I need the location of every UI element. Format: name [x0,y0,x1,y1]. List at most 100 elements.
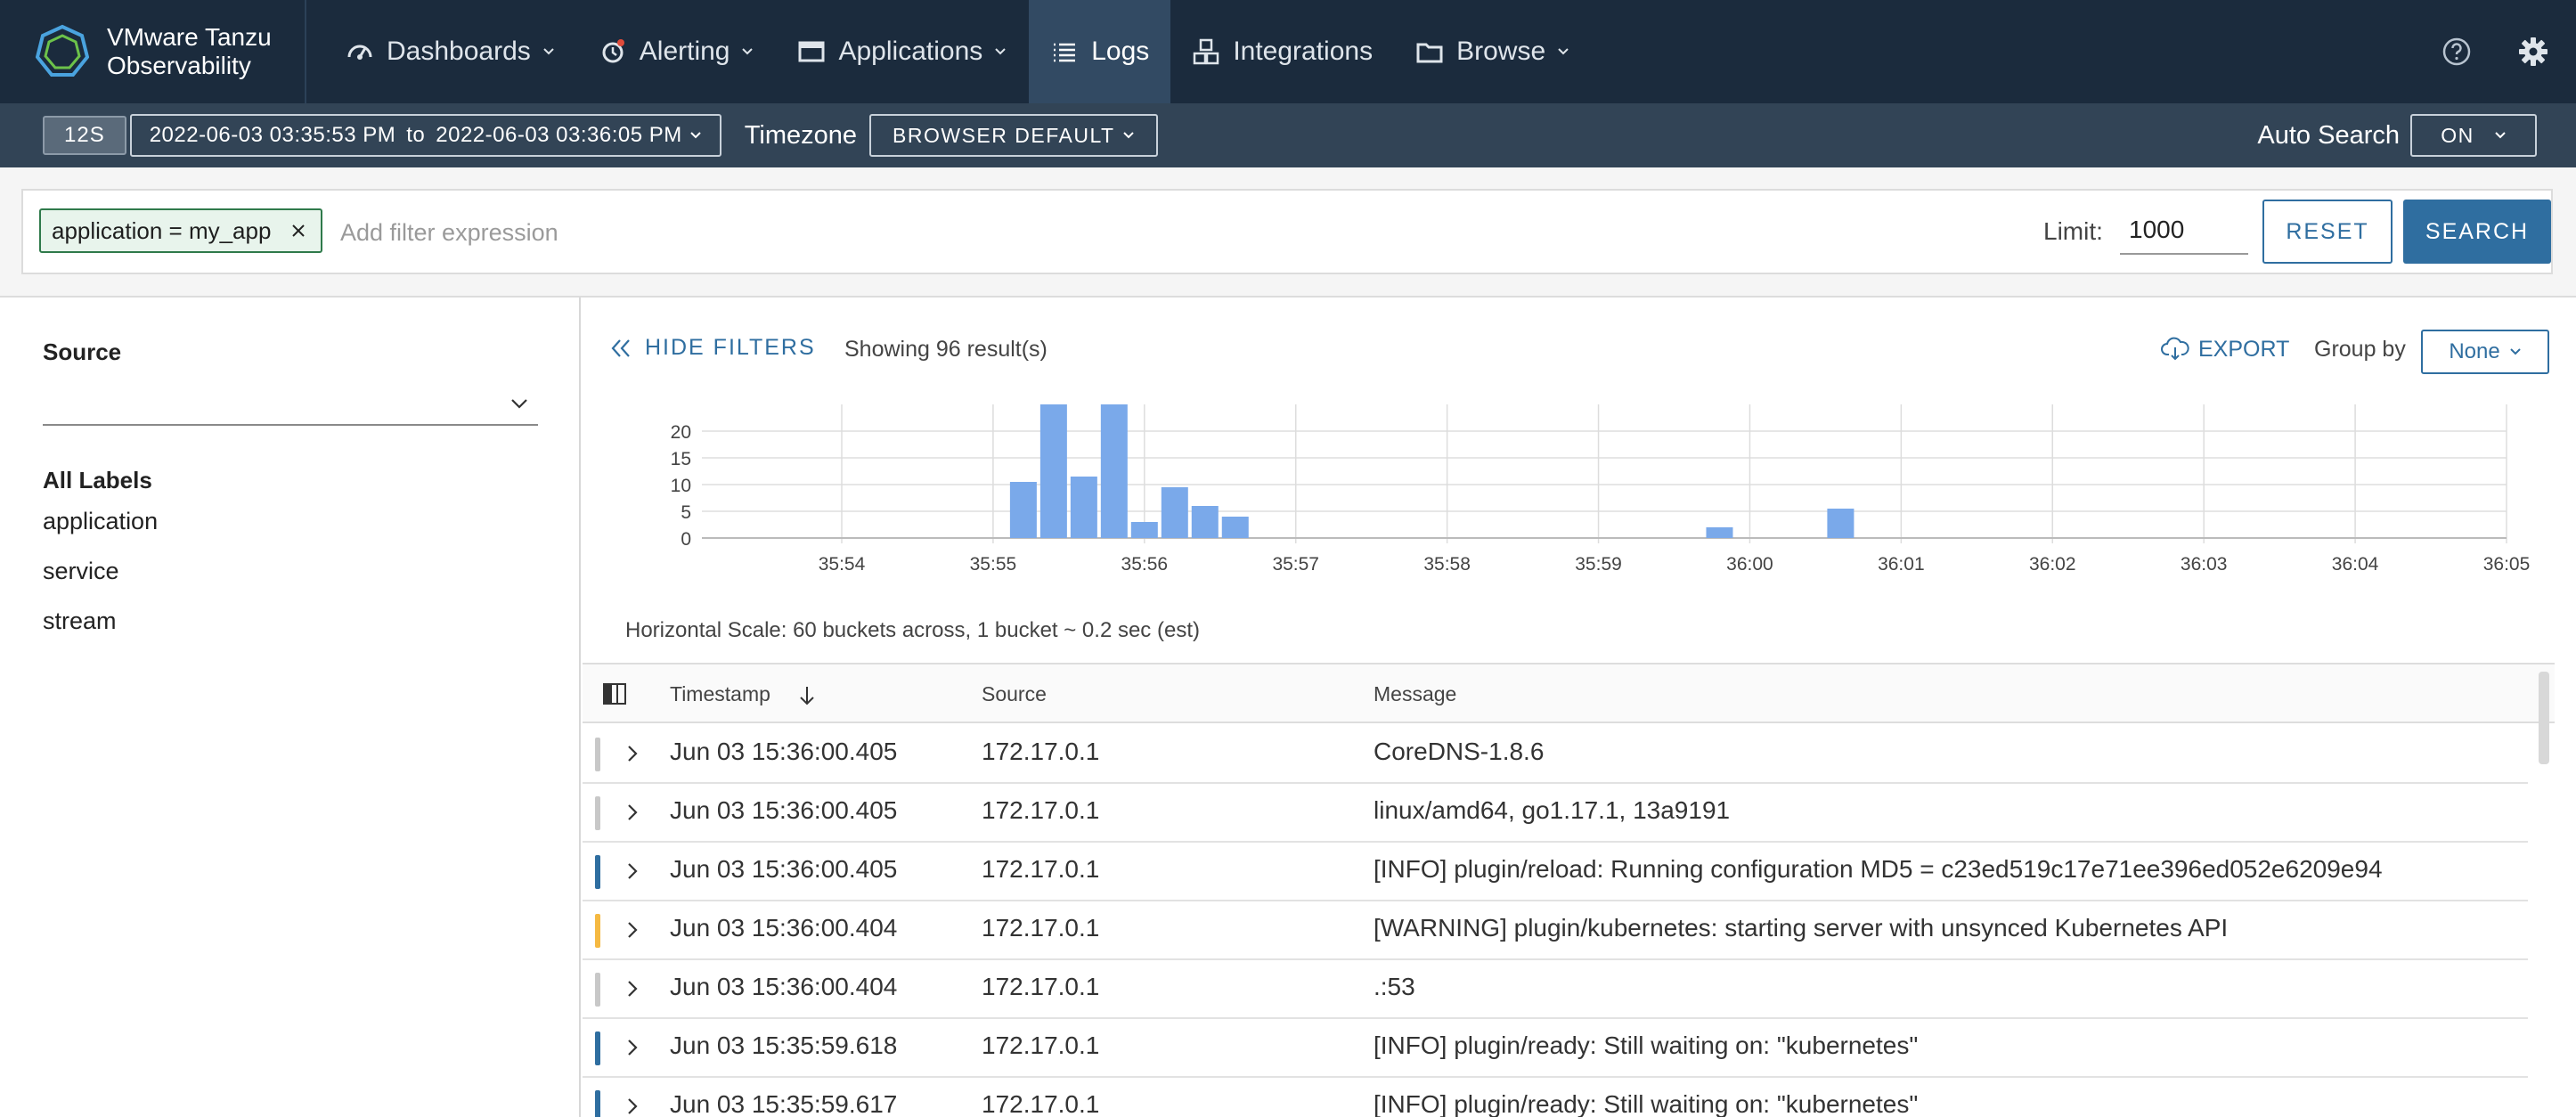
x-tick-label: 35:59 [1575,554,1622,575]
list-icon [1054,43,1076,62]
hide-filters-button[interactable]: HIDE FILTERS [609,335,816,361]
severity-indicator [595,914,600,948]
table-row[interactable]: Jun 03 15:36:00.405 172.17.0.1 CoreDNS-1.8… [583,725,2528,784]
group-by-label: Group by [2314,337,2406,362]
column-chooser-icon[interactable] [602,682,627,705]
cell-source: 172.17.0.1 [982,738,1100,765]
table-row[interactable]: Jun 03 15:36:00.405 172.17.0.1 [INFO] plug… [583,843,2528,901]
chevron-right-icon[interactable] [624,919,641,941]
y-tick-label: 10 [671,476,691,496]
cell-timestamp: Jun 03 15:36:00.404 [670,973,898,1000]
logs-table: Timestamp Source Message Jun 03 15:36:00… [583,663,2555,1117]
histogram-bar [1221,517,1249,538]
cell-message: linux/amd64, go1.17.1, 13a9191 [1374,796,1731,824]
nav-item-dashboards[interactable]: Dashboards [324,0,577,103]
y-tick-label: 20 [671,422,691,443]
results-count: Showing 96 result(s) [844,337,1048,362]
chevron-right-icon[interactable] [624,978,641,999]
cell-source: 172.17.0.1 [982,1031,1100,1059]
x-tick-label: 36:04 [2332,554,2379,575]
auto-search-value: ON [2441,123,2474,147]
chevron-right-icon[interactable] [624,1037,641,1058]
brand[interactable]: VMware Tanzu Observability [0,0,306,103]
top-right-actions [2441,0,2549,103]
x-tick-label: 35:54 [819,554,866,575]
table-row[interactable]: Jun 03 15:36:00.404 172.17.0.1 .:53 [583,960,2528,1019]
time-window-button[interactable]: 12S [43,116,126,155]
nav-item-browse[interactable]: Browse [1394,0,1592,103]
histogram-bar [1039,404,1067,538]
label-item-application[interactable]: application [43,508,158,535]
group-by-select[interactable]: None [2421,330,2549,374]
chevron-right-icon[interactable] [624,1096,641,1117]
brand-line-1: VMware Tanzu [107,23,272,51]
chevron-down-icon [742,48,754,55]
chevron-right-icon[interactable] [624,743,641,764]
table-row[interactable]: Jun 03 15:35:59.617 172.17.0.1 [INFO] plug… [583,1078,2528,1117]
close-icon[interactable] [290,223,306,239]
top-navigation-bar: VMware Tanzu Observability Dashboards Ale… [0,0,2576,103]
label-item-service[interactable]: service [43,558,119,585]
nav-menu: Dashboards Alerting Applications Logs Integr… [324,0,1592,103]
histogram-bar [1161,487,1188,538]
cell-timestamp: Jun 03 15:36:00.405 [670,855,898,883]
x-tick-label: 36:05 [2483,554,2531,575]
nav-item-logs[interactable]: Logs [1029,0,1171,103]
table-scrollbar[interactable] [2539,672,2549,764]
nav-item-integrations[interactable]: Integrations [1170,0,1394,103]
cloud-download-icon [2161,337,2189,361]
timezone-select[interactable]: BROWSER DEFAULT [869,114,1158,157]
chevron-down-icon [2495,132,2506,139]
reset-button[interactable]: RESET [2262,200,2393,264]
label-item-stream[interactable]: stream [43,607,117,635]
chevron-down-icon [2509,348,2521,355]
severity-indicator [595,1031,600,1065]
filter-expression-input[interactable] [340,210,1944,255]
table-row[interactable]: Jun 03 15:36:00.404 172.17.0.1 [WARNING] p… [583,901,2528,960]
table-row[interactable]: Jun 03 15:36:00.405 172.17.0.1 linux/amd64… [583,784,2528,843]
export-button[interactable]: EXPORT [2161,335,2289,363]
y-tick-label: 0 [681,529,691,550]
table-header: Timestamp Source Message [583,664,2555,723]
chevron-down-icon [1558,48,1569,55]
cell-timestamp: Jun 03 15:36:00.405 [670,738,898,765]
cell-timestamp: Jun 03 15:35:59.617 [670,1090,898,1117]
help-circle-icon[interactable] [2441,36,2473,68]
nav-item-label: Logs [1091,37,1150,66]
table-row[interactable]: Jun 03 15:35:59.618 172.17.0.1 [INFO] plug… [583,1019,2528,1078]
cell-message: [INFO] plugin/reload: Running configurat… [1374,855,2383,883]
filter-chip[interactable]: application = my_app [39,208,323,253]
chevron-right-icon[interactable] [624,802,641,823]
column-header-message[interactable]: Message [1374,682,1456,706]
severity-indicator [595,1090,600,1117]
time-range-picker[interactable]: 2022-06-03 03:35:53 PM to 2022-06-03 03:… [129,114,721,157]
y-tick-label: 5 [681,502,691,523]
gear-icon[interactable] [2517,36,2549,68]
log-histogram-chart: 0 5 10 15 20 35:54 35:55 35:56 35:57 35:58 35:59 36… [671,404,2531,575]
column-header-timestamp[interactable]: Timestamp [670,682,770,706]
source-title: Source [43,338,122,365]
column-header-source[interactable]: Source [982,682,1047,706]
source-select[interactable] [43,376,538,426]
nav-item-applications[interactable]: Applications [776,0,1029,103]
search-button[interactable]: SEARCH [2403,200,2551,264]
cell-message: [WARNING] plugin/kubernetes: starting se… [1374,914,2229,942]
severity-indicator [595,796,600,830]
auto-search-select[interactable]: ON [2410,114,2537,157]
sort-descending-icon[interactable] [796,684,818,707]
cell-message: CoreDNS-1.8.6 [1374,738,1545,765]
range-to: 2022-06-03 03:36:05 PM [436,123,682,147]
cell-source: 172.17.0.1 [982,914,1100,942]
limit-input[interactable] [2120,207,2248,255]
nav-item-label: Applications [838,37,983,66]
hide-filters-label: HIDE FILTERS [645,335,816,360]
chevron-right-icon[interactable] [624,860,641,882]
auto-search: Auto Search ON [2257,103,2537,167]
histogram-bar [1191,506,1219,538]
time-range-bar: 12S 2022-06-03 03:35:53 PM to 2022-06-03… [0,103,2576,167]
filter-bar: application = my_app Limit: RESET SEARCH [21,189,2553,274]
limit-label: Limit: [2043,217,2103,245]
brand-name: VMware Tanzu Observability [107,23,272,80]
nav-item-alerting[interactable]: Alerting [577,0,777,103]
chevron-down-icon [995,48,1006,55]
